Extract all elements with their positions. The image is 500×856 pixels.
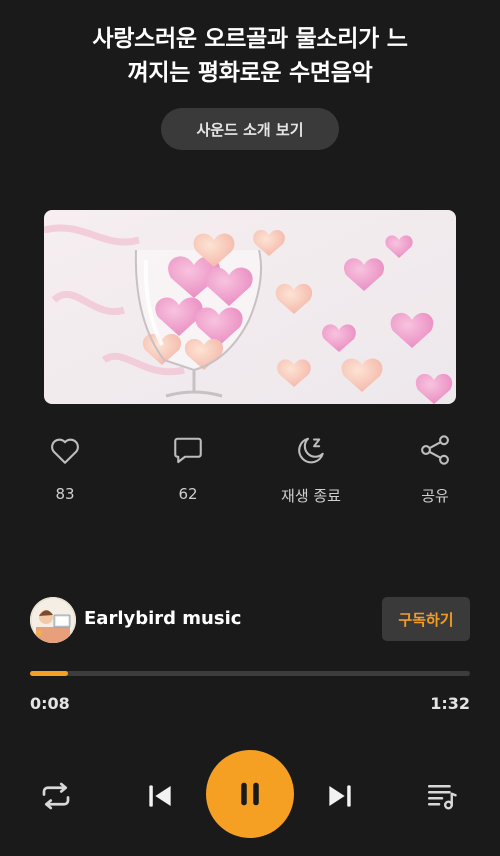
repeat-icon xyxy=(42,782,70,810)
cover-artwork xyxy=(44,210,456,404)
share-label: 공유 xyxy=(421,487,449,505)
heart-icon xyxy=(51,438,79,464)
moon-sleep-icon xyxy=(298,437,324,464)
channel-avatar[interactable] xyxy=(30,597,76,643)
skip-next-icon xyxy=(329,785,351,807)
skip-previous-icon xyxy=(149,785,171,807)
playlist-icon xyxy=(427,784,457,810)
playlist-button[interactable] xyxy=(422,776,462,816)
channel-name[interactable]: Earlybird music xyxy=(84,608,241,629)
action-bar: 83 62 재생 종료 공유 xyxy=(0,432,500,512)
current-time: 0:08 xyxy=(30,694,70,713)
sound-title-line-1: 사랑스러운 오르골과 물소리가 느 xyxy=(92,26,408,52)
total-duration: 1:32 xyxy=(430,694,470,713)
sound-title-line-2: 껴지는 평화로운 수면음악 xyxy=(127,60,373,86)
subscribe-button[interactable]: 구독하기 xyxy=(382,597,470,641)
like-count: 83 xyxy=(55,485,75,503)
channel-row: Earlybird music 구독하기 xyxy=(30,597,470,643)
player-controls xyxy=(0,750,500,842)
share-action[interactable]: 공유 xyxy=(390,432,480,506)
pause-button[interactable] xyxy=(206,750,294,838)
comment-icon xyxy=(174,437,202,464)
previous-button[interactable] xyxy=(140,776,180,816)
playback-progress-bar[interactable] xyxy=(30,671,470,676)
share-icon xyxy=(421,435,449,465)
pause-icon xyxy=(241,782,259,806)
like-action[interactable]: 83 xyxy=(20,432,110,503)
next-button[interactable] xyxy=(320,776,360,816)
sound-intro-button[interactable]: 사운드 소개 보기 xyxy=(161,108,339,150)
repeat-button[interactable] xyxy=(36,776,76,816)
playback-progress-fill xyxy=(30,671,69,676)
sleep-timer-action[interactable]: 재생 종료 xyxy=(266,432,356,506)
sleep-timer-label: 재생 종료 xyxy=(281,487,341,505)
sound-title: 사랑스러운 오르골과 물소리가 느 껴지는 평화로운 수면음악 xyxy=(20,22,480,90)
comment-action[interactable]: 62 xyxy=(143,432,233,503)
comment-count: 62 xyxy=(178,485,198,503)
